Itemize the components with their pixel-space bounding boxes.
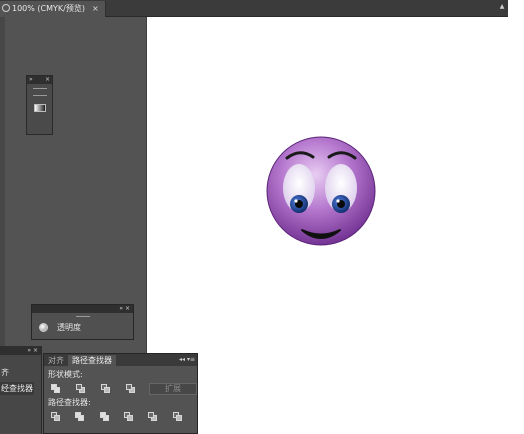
stroke-panel-icon[interactable] <box>32 88 47 89</box>
tab-pathfinder[interactable]: 路径查找器 <box>68 355 116 366</box>
pathfinders-label: 路径查找器: <box>48 398 91 407</box>
workspace-left-edge <box>0 17 5 350</box>
trim-icon[interactable] <box>75 412 85 421</box>
transparency-item[interactable]: 透明度 <box>32 317 133 333</box>
close-icon[interactable]: × <box>125 305 130 312</box>
panel-header[interactable]: » × <box>0 346 41 355</box>
align-panel-item[interactable]: 齐 <box>1 367 9 378</box>
transparency-label: 透明度 <box>57 323 81 332</box>
smiley-artwork[interactable] <box>147 17 509 434</box>
close-icon[interactable]: × <box>33 347 38 354</box>
merge-icon[interactable] <box>99 412 109 421</box>
divide-icon[interactable] <box>51 412 60 421</box>
close-icon[interactable]: × <box>45 76 50 84</box>
scroll-up-arrow-icon[interactable]: ▲ <box>498 3 506 11</box>
crop-icon[interactable] <box>123 412 133 421</box>
document-icon <box>2 4 10 12</box>
panel-menu-icon[interactable]: ◂◂ ▾≡ <box>179 355 195 364</box>
exclude-icon[interactable] <box>126 384 136 393</box>
artboard[interactable] <box>146 17 508 434</box>
collapse-icon[interactable]: » <box>27 347 31 354</box>
pathfinder-panel: 对齐 路径查找器 ◂◂ ▾≡ 形状模式: 扩展 路径查找器: <box>43 353 198 434</box>
collapsed-panel-stack[interactable]: » × <box>26 75 53 135</box>
minus-back-icon[interactable] <box>172 412 182 421</box>
panel-divider <box>32 95 47 96</box>
shape-modes-label: 形状模式: <box>48 370 83 379</box>
panel-header[interactable]: » × <box>32 305 133 313</box>
document-tab-title: 100% (CMYK/预览) <box>12 4 85 13</box>
shape-modes-row: 扩展 <box>44 382 197 395</box>
vertical-scrollbar[interactable] <box>508 17 524 434</box>
collapse-icon[interactable]: » <box>29 76 33 84</box>
pathfinder-tab-strip: 对齐 路径查找器 ◂◂ ▾≡ <box>44 354 197 366</box>
outline-icon[interactable] <box>148 412 158 421</box>
pathfinders-row <box>44 411 197 422</box>
tab-align[interactable]: 对齐 <box>44 355 68 366</box>
document-tab-bar: 100% (CMYK/预览) × ▲ <box>0 0 508 17</box>
minus-front-icon[interactable] <box>76 384 86 393</box>
gradient-icon[interactable] <box>33 104 46 112</box>
tab-close-icon[interactable]: × <box>92 4 99 13</box>
smiley-face-icon <box>266 136 376 246</box>
pathfinder-panel-item[interactable]: 经查找器 <box>0 382 34 395</box>
transparency-icon <box>39 323 48 332</box>
document-tab[interactable]: 100% (CMYK/预览) × <box>0 1 106 17</box>
left-docked-panel: » × 齐 经查找器 <box>0 346 42 434</box>
collapse-icon[interactable]: » <box>119 305 123 312</box>
expand-button[interactable]: 扩展 <box>149 382 197 395</box>
intersect-icon[interactable] <box>101 384 111 393</box>
transparency-panel: » × 透明度 <box>31 304 134 340</box>
illustrator-window: { "document_tab": { "title": "100% (CMYK… <box>0 0 524 434</box>
panel-header[interactable]: » × <box>27 76 52 84</box>
unite-icon[interactable] <box>51 384 61 393</box>
